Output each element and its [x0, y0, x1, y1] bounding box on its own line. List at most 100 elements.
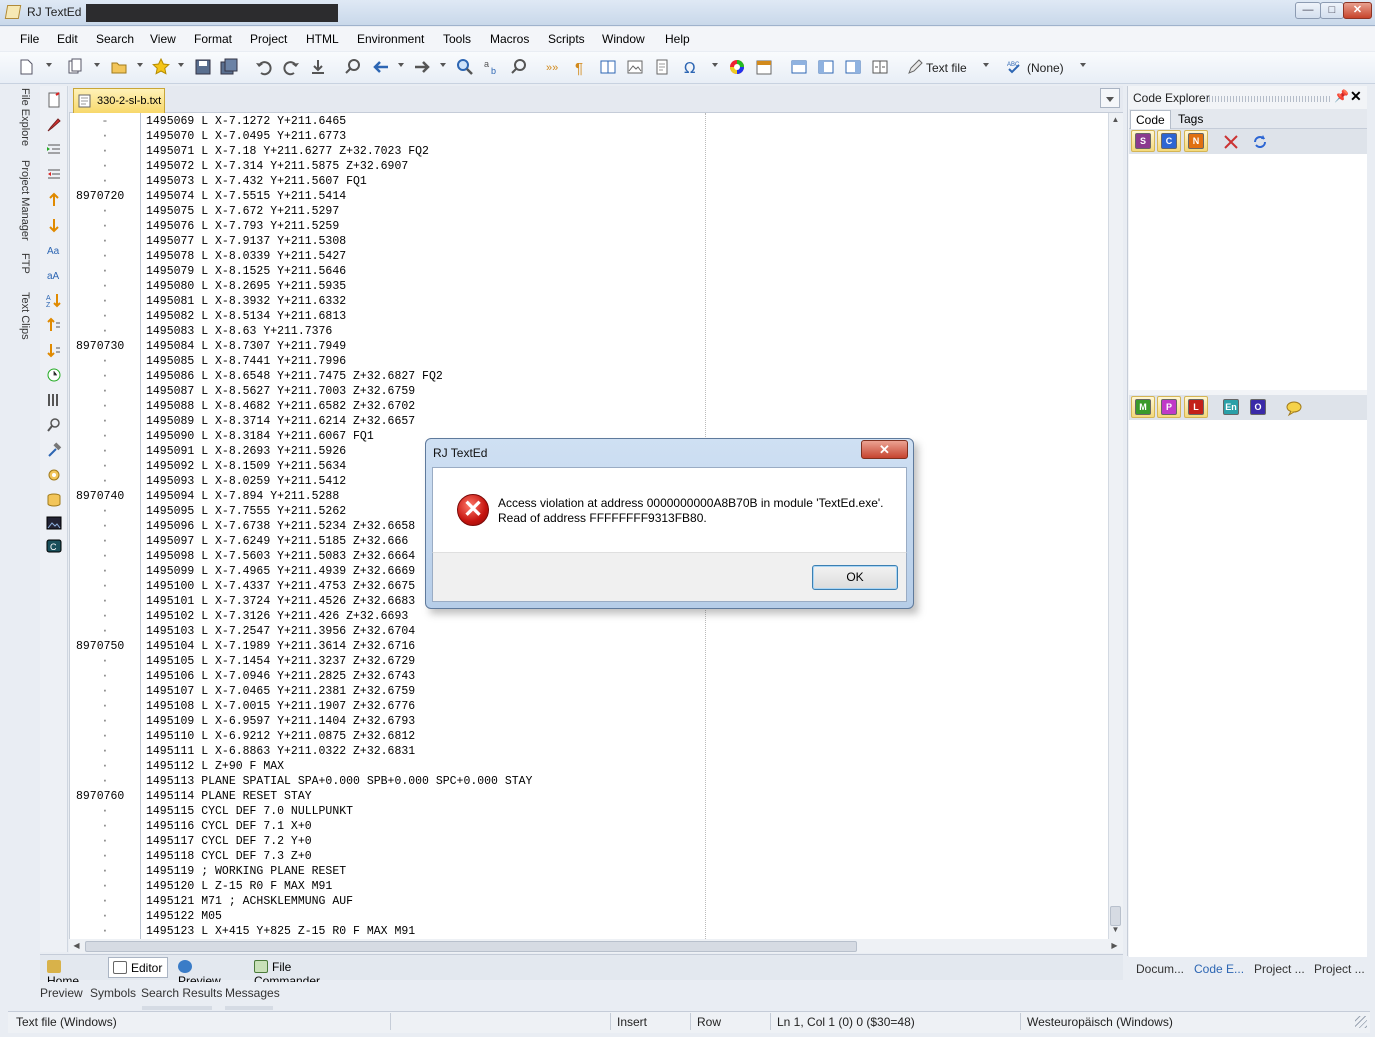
- spellcheck-icon[interactable]: ABC: [1006, 58, 1024, 76]
- back-dropdown[interactable]: [398, 63, 404, 67]
- outdent-icon[interactable]: [46, 166, 62, 182]
- image-preview-icon[interactable]: [46, 515, 62, 531]
- clock-add-icon[interactable]: [46, 367, 62, 383]
- menu-macros[interactable]: Macros: [490, 32, 529, 46]
- marker-icon[interactable]: [46, 117, 62, 133]
- dialog-close-button[interactable]: ✕: [861, 440, 908, 459]
- hammer-icon[interactable]: [46, 442, 62, 458]
- new-file-icon[interactable]: [17, 58, 35, 76]
- menu-edit[interactable]: Edit: [57, 32, 78, 46]
- status-encoding[interactable]: Westeuropäisch (Windows): [1027, 1015, 1173, 1029]
- calendar-icon[interactable]: [755, 58, 773, 76]
- ok-button[interactable]: OK: [812, 565, 898, 590]
- tab-project-manager[interactable]: Project Manager: [19, 160, 31, 241]
- tab-code[interactable]: Code: [1130, 110, 1171, 129]
- close-panel-icon[interactable]: ✕: [1350, 88, 1362, 105]
- status-row-mode[interactable]: Row: [697, 1015, 721, 1029]
- replace-icon[interactable]: ab: [483, 58, 501, 76]
- tab-ftp[interactable]: FTP: [19, 253, 31, 274]
- find-next-icon[interactable]: [510, 58, 528, 76]
- template-dropdown[interactable]: [94, 63, 100, 67]
- enums-icon[interactable]: En: [1223, 399, 1239, 415]
- objects-icon[interactable]: O: [1250, 399, 1266, 415]
- tab-output-preview[interactable]: Preview: [40, 986, 83, 1000]
- menu-window[interactable]: Window: [602, 32, 645, 46]
- favorites-star-icon[interactable]: [152, 58, 170, 76]
- tab-code-explorer[interactable]: Code E...: [1194, 962, 1244, 976]
- scroll-down-arrow-icon[interactable]: ▼: [1109, 925, 1122, 934]
- split-view-icon[interactable]: [599, 58, 617, 76]
- highlighter-selector[interactable]: Text file: [926, 61, 967, 75]
- minimize-button[interactable]: —: [1295, 2, 1321, 19]
- columns-icon[interactable]: [46, 392, 62, 408]
- menu-scripts[interactable]: Scripts: [548, 32, 585, 46]
- sort-up-icon[interactable]: [46, 317, 62, 333]
- move-down-icon[interactable]: [46, 217, 62, 233]
- tab-search-results[interactable]: Search Results: [141, 986, 222, 1000]
- new-file-dropdown[interactable]: [46, 63, 52, 67]
- search-icon[interactable]: [456, 58, 474, 76]
- spellcheck-dropdown[interactable]: [1080, 63, 1086, 67]
- menu-file[interactable]: File: [20, 32, 39, 46]
- settings-gear-icon[interactable]: [46, 467, 62, 483]
- sort-az-icon[interactable]: AZ: [46, 292, 62, 308]
- move-up-icon[interactable]: [46, 192, 62, 208]
- undo-icon[interactable]: [255, 58, 273, 76]
- sort-down-icon[interactable]: [46, 342, 62, 358]
- filter-methods-button[interactable]: M: [1131, 396, 1155, 418]
- lowercase-icon[interactable]: aA: [46, 267, 62, 283]
- tools-icon[interactable]: [1222, 133, 1240, 151]
- document-info-icon[interactable]: [653, 58, 671, 76]
- horizontal-scroll-thumb[interactable]: [85, 941, 857, 952]
- layout-split-icon[interactable]: [871, 58, 889, 76]
- vertical-scroll-thumb[interactable]: [1110, 906, 1121, 926]
- resize-grip-icon[interactable]: [1355, 1016, 1367, 1028]
- terminal-icon[interactable]: C: [46, 538, 62, 554]
- database-icon[interactable]: [46, 492, 62, 508]
- vertical-scrollbar[interactable]: ▲ ▼: [1108, 113, 1123, 939]
- layout-right-icon[interactable]: [844, 58, 862, 76]
- scroll-left-arrow-icon[interactable]: ◀: [70, 941, 83, 950]
- code-member-list[interactable]: [1129, 420, 1367, 957]
- menu-help[interactable]: Help: [665, 32, 690, 46]
- tab-list-dropdown[interactable]: [1100, 88, 1120, 108]
- forward-arrow-icon[interactable]: [413, 58, 431, 76]
- menu-view[interactable]: View: [150, 32, 176, 46]
- tab-symbols[interactable]: Symbols: [90, 986, 136, 1000]
- tab-file-commander[interactable]: File Commander: [250, 957, 360, 988]
- tab-file-explorer[interactable]: File Explore: [19, 88, 31, 146]
- forward-dropdown[interactable]: [440, 63, 446, 67]
- filter-classes-button[interactable]: C: [1157, 130, 1181, 152]
- open-folder-icon[interactable]: [110, 58, 128, 76]
- menu-format[interactable]: Format: [194, 32, 232, 46]
- new-document-icon[interactable]: [46, 92, 62, 108]
- highlighter-pen-icon[interactable]: [906, 58, 924, 76]
- status-insert-mode[interactable]: Insert: [617, 1015, 647, 1029]
- filter-labels-button[interactable]: L: [1184, 396, 1208, 418]
- new-from-template-icon[interactable]: [66, 58, 84, 76]
- scroll-up-arrow-icon[interactable]: ▲: [1109, 115, 1122, 124]
- color-picker-icon[interactable]: [728, 58, 746, 76]
- menu-search[interactable]: Search: [96, 32, 134, 46]
- filter-structs-button[interactable]: S: [1131, 130, 1155, 152]
- tab-project[interactable]: Project ...: [1254, 962, 1305, 976]
- uppercase-icon[interactable]: Aa: [46, 242, 62, 258]
- panel-grip[interactable]: [1206, 96, 1330, 102]
- download-icon[interactable]: [309, 58, 327, 76]
- image-icon[interactable]: [626, 58, 644, 76]
- spellcheck-language[interactable]: (None): [1027, 61, 1064, 75]
- document-tab[interactable]: 330-2-sl-b.txt: [73, 88, 165, 113]
- menu-project[interactable]: Project: [250, 32, 287, 46]
- layout-left-icon[interactable]: [817, 58, 835, 76]
- favorites-dropdown[interactable]: [178, 63, 184, 67]
- tab-documents[interactable]: Docum...: [1136, 962, 1184, 976]
- menu-environment[interactable]: Environment: [357, 32, 424, 46]
- indent-icon[interactable]: [46, 141, 62, 157]
- menu-html[interactable]: HTML: [306, 32, 339, 46]
- layout-top-icon[interactable]: [790, 58, 808, 76]
- tab-tags[interactable]: Tags: [1173, 110, 1208, 129]
- find-in-files-icon[interactable]: [344, 58, 362, 76]
- save-all-icon[interactable]: [220, 58, 238, 76]
- refresh-icon[interactable]: [1251, 133, 1269, 151]
- tab-preview[interactable]: Preview: [174, 957, 242, 988]
